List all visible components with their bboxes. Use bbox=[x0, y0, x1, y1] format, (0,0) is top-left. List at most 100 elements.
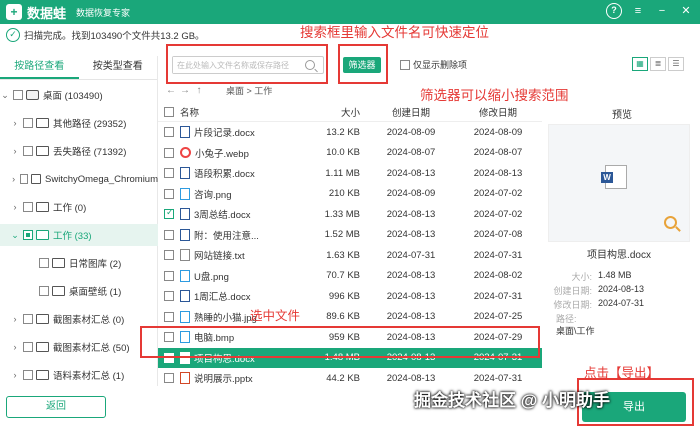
detail-view-icon[interactable]: ☰ bbox=[668, 57, 684, 71]
tab-by-type[interactable]: 按类型查看 bbox=[79, 56, 158, 79]
tree-checkbox[interactable] bbox=[23, 342, 33, 352]
tree-item-work[interactable]: ⌄ 工作 (33) bbox=[0, 224, 158, 246]
tree-item-work-empty[interactable]: › 工作 (0) bbox=[0, 196, 158, 218]
chevron-right-icon[interactable]: › bbox=[10, 146, 20, 156]
chevron-right-icon[interactable]: › bbox=[10, 174, 17, 184]
tree-item-other-paths[interactable]: › 其他路径 (29352) bbox=[0, 112, 158, 134]
preview-thumbnail bbox=[548, 124, 690, 242]
chevron-down-icon[interactable]: ⌄ bbox=[10, 230, 20, 241]
select-tip-annotation: 选中文件 bbox=[250, 309, 301, 323]
row-checkbox[interactable] bbox=[164, 168, 174, 179]
search-tip-annotation: 搜索框里输入文件名可快速定位 bbox=[300, 25, 489, 40]
app-subtitle: 数据恢复专家 bbox=[76, 7, 131, 18]
row-checkbox[interactable] bbox=[164, 270, 174, 281]
chevron-right-icon[interactable]: › bbox=[10, 342, 20, 352]
img-file-icon bbox=[180, 269, 190, 282]
file-size: 70.7 KB bbox=[326, 270, 360, 282]
tree-checkbox[interactable] bbox=[39, 286, 49, 296]
help-icon[interactable]: ? bbox=[606, 3, 622, 19]
tree-item-screenshots[interactable]: › 截图素材汇总 (50) bbox=[0, 336, 158, 358]
column-modified[interactable]: 修改日期 bbox=[454, 105, 542, 119]
column-size[interactable]: 大小 bbox=[288, 105, 368, 119]
column-created[interactable]: 创建日期 bbox=[368, 105, 454, 119]
logo-icon: + bbox=[6, 4, 22, 20]
tree-item-lost-paths[interactable]: › 丢失路径 (71392) bbox=[0, 140, 158, 162]
tree-checkbox[interactable] bbox=[23, 146, 33, 156]
tree-item-daily-gallery[interactable]: 日常图库 (2) bbox=[0, 252, 158, 274]
tab-by-path[interactable]: 按路径查看 bbox=[0, 56, 79, 79]
tree-checkbox[interactable] bbox=[13, 90, 23, 100]
row-checkbox[interactable] bbox=[164, 188, 174, 199]
table-row[interactable]: 小兔子.webp 10.0 KB 2024-08-07 2024-08-07 bbox=[158, 143, 542, 164]
tree-checkbox[interactable] bbox=[23, 230, 33, 240]
row-checkbox[interactable] bbox=[164, 373, 174, 384]
table-row[interactable]: 语段积累.docx 1.11 MB 2024-08-13 2024-08-13 bbox=[158, 163, 542, 184]
column-name[interactable]: 名称 bbox=[180, 105, 288, 119]
show-deleted-checkbox[interactable] bbox=[400, 59, 410, 70]
chevron-right-icon[interactable]: › bbox=[10, 370, 20, 380]
minimize-icon[interactable]: − bbox=[654, 3, 670, 19]
chevron-right-icon[interactable]: › bbox=[10, 202, 20, 212]
table-row[interactable]: 3周总结.docx 1.33 MB 2024-08-13 2024-07-02 bbox=[158, 204, 542, 225]
file-name: 语段积累.docx bbox=[194, 169, 255, 181]
table-row[interactable]: 网站链接.txt 1.63 KB 2024-07-31 2024-07-31 bbox=[158, 245, 542, 266]
table-row[interactable]: 咨询.png 210 KB 2024-08-09 2024-07-02 bbox=[158, 184, 542, 205]
tree-checkbox[interactable] bbox=[39, 258, 49, 268]
file-modified: 2024-07-08 bbox=[473, 229, 523, 241]
table-row[interactable]: 说明展示.pptx 44.2 KB 2024-08-13 2024-07-31 bbox=[158, 368, 542, 388]
file-name-cell: 网站链接.txt bbox=[180, 248, 288, 262]
tree-item-corpus[interactable]: › 语料素材汇总 (1) bbox=[0, 364, 158, 386]
file-modified: 2024-07-31 bbox=[473, 249, 523, 261]
web-file-icon bbox=[180, 147, 191, 159]
folder-icon bbox=[36, 118, 49, 128]
grid-view-icon[interactable]: ▦ bbox=[632, 57, 648, 71]
zoom-icon[interactable] bbox=[664, 216, 677, 229]
tree-checkbox[interactable] bbox=[23, 314, 33, 324]
row-checkbox[interactable] bbox=[164, 147, 174, 158]
left-panel: 按路径查看 按类型查看 ⌄ 桌面 (103490) › 其他路径 (29352)… bbox=[0, 56, 158, 386]
row-checkbox[interactable] bbox=[164, 250, 174, 261]
up-arrow-icon[interactable]: ↑ bbox=[192, 85, 206, 96]
doc-file-icon bbox=[180, 228, 190, 241]
chevron-right-icon[interactable]: › bbox=[10, 314, 20, 324]
tree-item-screenshots-empty[interactable]: › 截图素材汇总 (0) bbox=[0, 308, 158, 330]
tree-item-switchyomega[interactable]: › SwitchyOmega_Chromium bbox=[0, 168, 158, 190]
tree-checkbox[interactable] bbox=[23, 370, 33, 380]
back-button[interactable]: 返回 bbox=[6, 396, 106, 418]
forward-arrow-icon[interactable]: → bbox=[178, 85, 192, 96]
select-all-checkbox[interactable] bbox=[164, 106, 174, 117]
list-view-icon[interactable]: ≣ bbox=[650, 57, 666, 71]
back-arrow-icon[interactable]: ← bbox=[164, 85, 178, 96]
row-checkbox[interactable] bbox=[164, 229, 174, 240]
table-row[interactable]: 熟睡的小猫.jpg 89.6 KB 2024-08-13 2024-07-25 bbox=[158, 307, 542, 328]
row-checkbox[interactable] bbox=[164, 127, 174, 138]
tree-checkbox[interactable] bbox=[20, 174, 29, 184]
close-icon[interactable]: ✕ bbox=[678, 3, 694, 19]
filter-tip-annotation: 筛选器可以缩小搜索范围 bbox=[420, 88, 569, 103]
tree-item-wallpaper[interactable]: 桌面壁纸 (1) bbox=[0, 280, 158, 302]
file-name: U盘.png bbox=[194, 271, 229, 283]
show-deleted-toggle[interactable]: 仅显示删除项 bbox=[400, 58, 467, 71]
file-modified: 2024-07-02 bbox=[473, 188, 523, 200]
menu-icon[interactable]: ≡ bbox=[630, 3, 646, 19]
status-text: 扫描完成。找到103490个文件共13.2 GB。 bbox=[24, 31, 205, 42]
tree-checkbox[interactable] bbox=[23, 202, 33, 212]
tree-item-desktop[interactable]: ⌄ 桌面 (103490) bbox=[0, 84, 158, 106]
file-name-cell: 小兔子.webp bbox=[180, 146, 288, 160]
preview-path: 桌面\工作 bbox=[556, 326, 595, 336]
file-size: 44.2 KB bbox=[326, 372, 360, 384]
row-checkbox[interactable] bbox=[164, 311, 174, 322]
table-row[interactable]: 1周汇总.docx 996 KB 2024-08-13 2024-07-31 bbox=[158, 286, 542, 307]
table-row[interactable]: 片段记录.docx 13.2 KB 2024-08-09 2024-08-09 bbox=[158, 122, 542, 143]
file-name-cell: 1周汇总.docx bbox=[180, 289, 288, 303]
file-modified: 2024-07-25 bbox=[473, 311, 523, 323]
scan-status: ✓ 扫描完成。找到103490个文件共13.2 GB。 bbox=[6, 27, 205, 43]
chevron-right-icon[interactable]: › bbox=[10, 118, 20, 128]
tree-checkbox[interactable] bbox=[23, 118, 33, 128]
table-row[interactable]: U盘.png 70.7 KB 2024-08-13 2024-08-02 bbox=[158, 266, 542, 287]
table-row[interactable]: 附：使用注意... 1.52 MB 2024-08-13 2024-07-08 bbox=[158, 225, 542, 246]
file-size: 1.11 MB bbox=[325, 167, 360, 179]
row-checkbox[interactable] bbox=[164, 291, 174, 302]
chevron-down-icon[interactable]: ⌄ bbox=[0, 90, 10, 101]
row-checkbox[interactable] bbox=[164, 207, 174, 220]
